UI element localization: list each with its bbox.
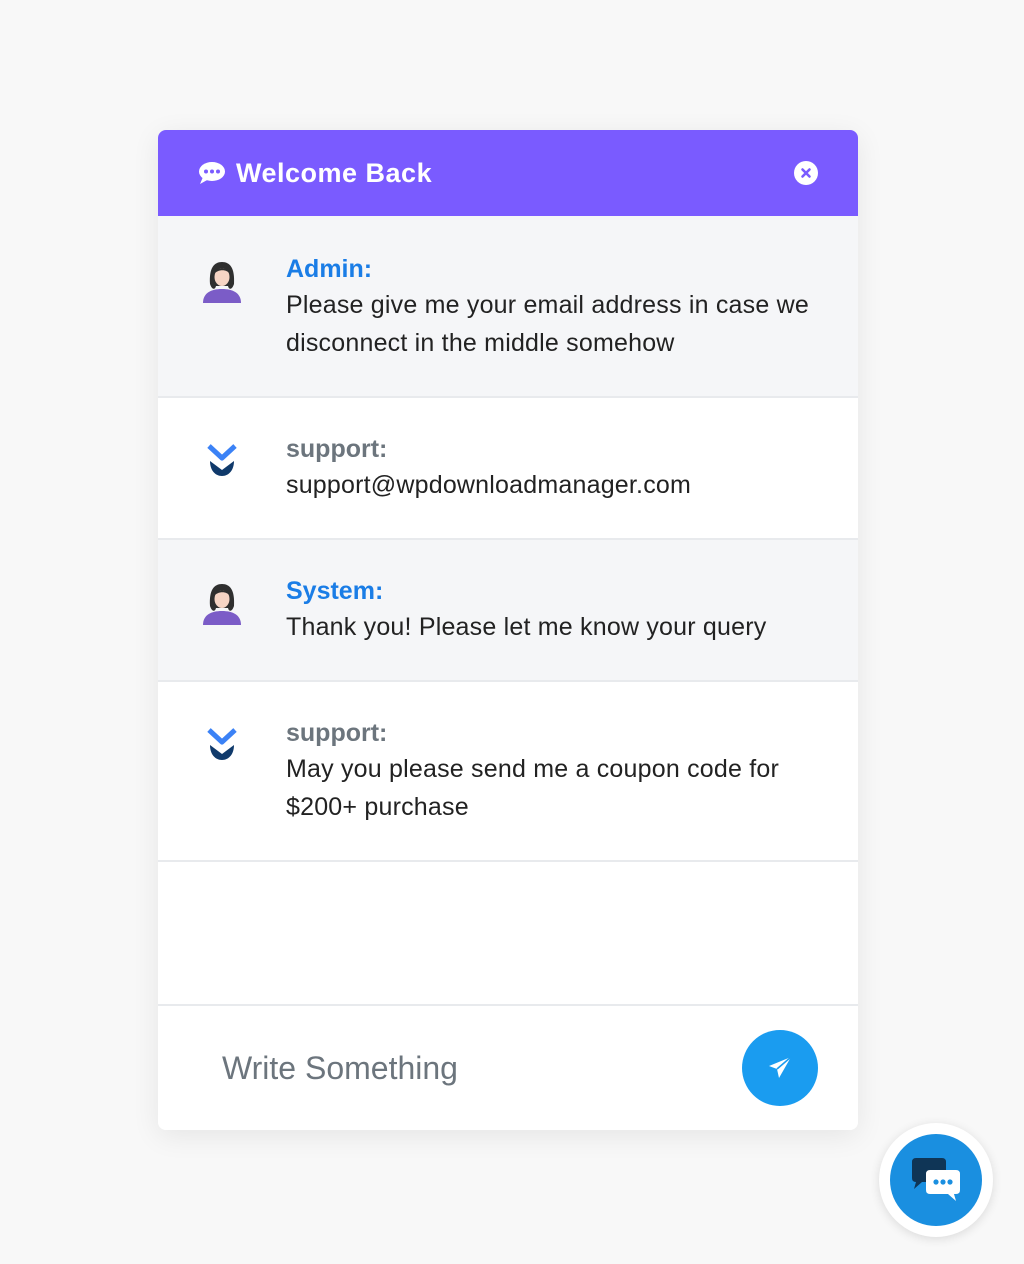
wpdm-logo-avatar — [158, 716, 286, 762]
close-button[interactable] — [794, 161, 818, 185]
message-content: support: May you please send me a coupon… — [286, 716, 858, 826]
message-content: support: support@wpdownloadmanager.com — [286, 432, 858, 504]
chat-bubble-icon — [198, 161, 226, 185]
chat-header: Welcome Back — [158, 130, 858, 216]
chat-title: Welcome Back — [236, 157, 433, 188]
message-sender: support: — [286, 719, 388, 747]
chat-dots-icon — [908, 1156, 964, 1204]
send-button[interactable] — [742, 1030, 818, 1106]
message-text: Please give me your email address in cas… — [286, 291, 809, 357]
message-text: Thank you! Please let me know your query — [286, 613, 767, 641]
launcher-inner — [890, 1134, 982, 1226]
header-title-wrap: Welcome Back — [198, 158, 794, 189]
message-sender: System: — [286, 577, 384, 605]
message-sender: Admin: — [286, 255, 373, 283]
chat-window: Welcome Back Admin: Please give me your … — [158, 130, 858, 1130]
message-item: System: Thank you! Please let me know yo… — [158, 540, 858, 682]
message-content: System: Thank you! Please let me know yo… — [286, 574, 858, 646]
message-input[interactable] — [222, 1049, 742, 1087]
chat-launcher-button[interactable] — [879, 1123, 993, 1237]
wpdm-logo-avatar — [158, 432, 286, 478]
message-sender: support: — [286, 435, 388, 463]
message-text: support@wpdownloadmanager.com — [286, 471, 692, 499]
message-text: May you please send me a coupon code for… — [286, 755, 780, 821]
message-list: Admin: Please give me your email address… — [158, 216, 858, 862]
message-item: support: May you please send me a coupon… — [158, 682, 858, 862]
message-content: Admin: Please give me your email address… — [286, 252, 858, 362]
paper-plane-icon — [767, 1055, 793, 1081]
message-item: support: support@wpdownloadmanager.com — [158, 398, 858, 540]
close-icon — [800, 167, 812, 179]
message-composer — [158, 1004, 858, 1130]
female-agent-avatar — [158, 252, 286, 304]
message-item: Admin: Please give me your email address… — [158, 216, 858, 398]
female-agent-avatar — [158, 574, 286, 626]
